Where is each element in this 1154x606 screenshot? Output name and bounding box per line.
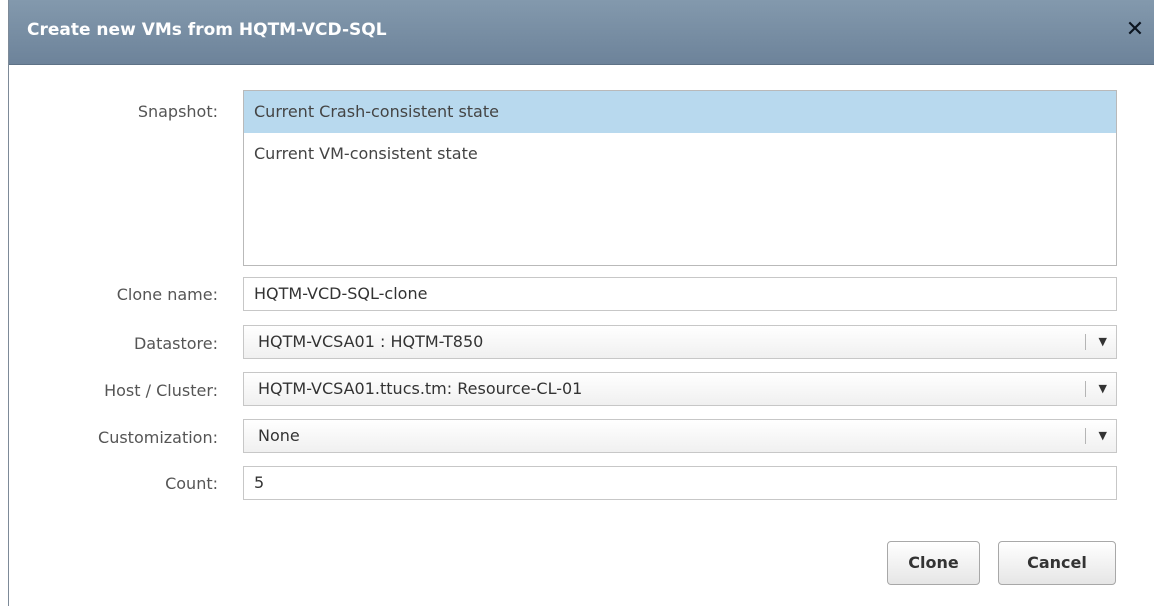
- host-cluster-label: Host / Cluster:: [104, 381, 218, 400]
- host-cluster-value: HQTM-VCSA01.ttucs.tm: Resource-CL-01: [258, 379, 583, 398]
- chevron-down-icon[interactable]: ▼: [1099, 420, 1107, 452]
- dropdown-separator: [1085, 381, 1086, 397]
- dropdown-separator: [1085, 334, 1086, 350]
- close-icon[interactable]: ✕: [1123, 17, 1147, 43]
- clone-name-label: Clone name:: [116, 285, 218, 304]
- datastore-label: Datastore:: [133, 334, 218, 353]
- clone-button[interactable]: Clone: [887, 541, 980, 585]
- snapshot-listbox[interactable]: Current Crash-consistent state Current V…: [243, 90, 1117, 266]
- dialog-title: Create new VMs from HQTM-VCD-SQL: [27, 20, 387, 40]
- chevron-down-icon[interactable]: ▼: [1099, 373, 1107, 405]
- datastore-value: HQTM-VCSA01 : HQTM-T850: [258, 332, 484, 351]
- count-label: Count:: [165, 474, 218, 493]
- customization-select[interactable]: None ▼: [243, 419, 1117, 453]
- dialog-titlebar: Create new VMs from HQTM-VCD-SQL ✕: [9, 0, 1154, 65]
- cancel-button[interactable]: Cancel: [998, 541, 1116, 585]
- snapshot-label: Snapshot:: [137, 102, 218, 121]
- customization-value: None: [258, 426, 300, 445]
- create-vms-dialog: Create new VMs from HQTM-VCD-SQL ✕ Snaps…: [8, 0, 1154, 606]
- count-input[interactable]: 5: [243, 466, 1117, 500]
- clone-name-input[interactable]: HQTM-VCD-SQL-clone: [243, 277, 1117, 311]
- chevron-down-icon[interactable]: ▼: [1099, 326, 1107, 358]
- dropdown-separator: [1085, 428, 1086, 444]
- snapshot-option-crash-consistent[interactable]: Current Crash-consistent state: [244, 91, 1116, 133]
- host-cluster-select[interactable]: HQTM-VCSA01.ttucs.tm: Resource-CL-01 ▼: [243, 372, 1117, 406]
- snapshot-option-vm-consistent[interactable]: Current VM-consistent state: [244, 133, 1116, 175]
- customization-label: Customization:: [98, 428, 218, 447]
- datastore-select[interactable]: HQTM-VCSA01 : HQTM-T850 ▼: [243, 325, 1117, 359]
